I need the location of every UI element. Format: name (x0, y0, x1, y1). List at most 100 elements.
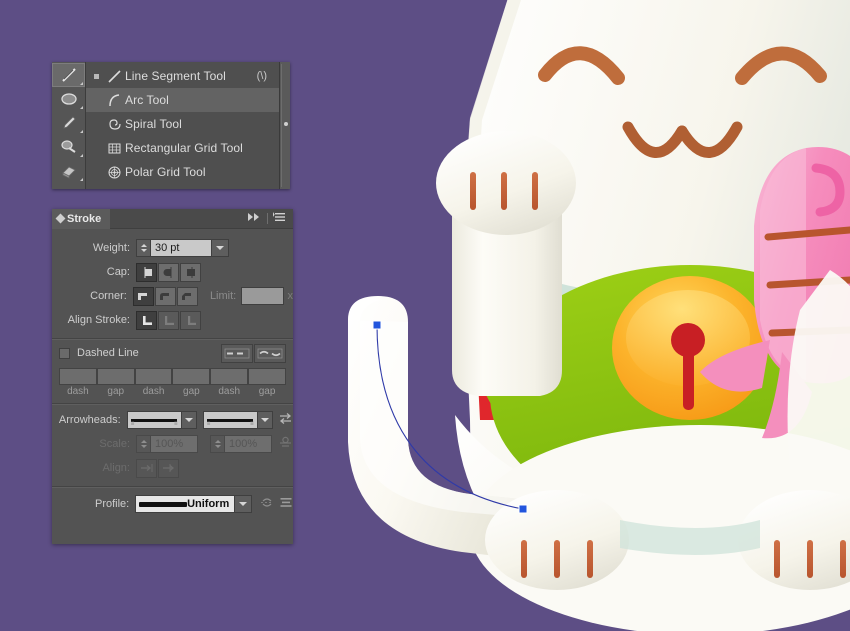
current-tool-bullet-icon (90, 73, 103, 79)
corner-round-button[interactable] (154, 286, 176, 306)
scale-start-input[interactable]: 100% (150, 435, 198, 453)
arrow-align-extend-button[interactable] (136, 458, 157, 478)
dash-gap-fields[interactable]: dash gap dash gap dash gap (52, 368, 293, 397)
scale-start-stepper[interactable] (136, 435, 150, 453)
path-anchor-start (372, 320, 382, 330)
align-stroke-inside-button[interactable] (158, 310, 179, 330)
scale-row: Scale: 100% 100% (52, 432, 293, 456)
flyout-item-spiral-tool[interactable]: Spiral Tool (86, 112, 279, 136)
align-stroke-outside-button[interactable] (180, 310, 201, 330)
flyout-item-arc-tool[interactable]: Arc Tool (86, 88, 279, 112)
cap-butt-button[interactable] (136, 262, 157, 282)
eraser-tool-icon[interactable] (52, 159, 85, 183)
line-segment-icon (103, 69, 125, 84)
limit-input[interactable] (241, 287, 284, 305)
gap-field-3[interactable]: gap (248, 368, 286, 397)
dash-adjust-icon[interactable] (254, 343, 286, 363)
arrowheads-label: Arrowheads: (58, 414, 121, 426)
dash-field-1[interactable]: dash (59, 368, 97, 397)
flyout-item-line-segment-tool[interactable]: Line Segment Tool (\) (86, 64, 279, 88)
profile-select[interactable]: Uniform (135, 495, 236, 513)
cap-row: Cap: (52, 260, 293, 284)
dashed-line-row: Dashed Line (52, 340, 293, 366)
dash-caption-1: dash (67, 386, 89, 397)
profile-dropdown-button[interactable] (235, 495, 253, 513)
gap-field-2[interactable]: gap (172, 368, 211, 397)
swap-arrowheads-icon[interactable] (278, 412, 293, 428)
ellipse-tool-icon[interactable] (52, 87, 85, 111)
gap-field-1[interactable]: gap (96, 368, 135, 397)
panel-divider (267, 213, 268, 224)
dash-field-2[interactable]: dash (134, 368, 173, 397)
flyout-item-list[interactable]: Line Segment Tool (\) Arc Tool Spiral To… (86, 62, 279, 189)
gap-caption-1: gap (107, 386, 125, 397)
arrowhead-end-dropdown[interactable] (257, 411, 273, 429)
toolbar-column[interactable] (52, 62, 86, 189)
arrowhead-end-select[interactable]: ≡ ≡ (202, 411, 258, 429)
arrowhead-start-dropdown[interactable] (181, 411, 197, 429)
dash-caption-2: dash (142, 386, 165, 397)
cap-round-button[interactable] (158, 262, 179, 282)
paintbrush-glyph (62, 116, 76, 129)
dash-input-3[interactable] (210, 368, 249, 385)
double-chevron-right-icon[interactable] (246, 212, 262, 225)
flyout-item-label: Arc Tool (125, 93, 169, 107)
arc-icon (103, 93, 125, 108)
flyout-triangle-icon (80, 178, 83, 181)
dash-caption-3: dash (218, 386, 241, 397)
stroke-panel-titlebar[interactable]: Stroke (52, 208, 293, 229)
cap-projecting-button[interactable] (180, 262, 201, 282)
align-stroke-row: Align Stroke: (52, 308, 293, 332)
weight-label: Weight: (92, 242, 130, 254)
align-stroke-button-group[interactable] (136, 310, 202, 330)
dash-field-3[interactable]: dash (210, 368, 249, 397)
stroke-panel[interactable]: Stroke Weight: 30 pt Cap: Corner: Limit:… (52, 208, 293, 544)
gap-input-1[interactable] (96, 368, 135, 385)
spiral-icon (103, 117, 125, 132)
line-segment-tool-flyout[interactable]: Line Segment Tool (\) Arc Tool Spiral To… (52, 62, 290, 189)
pencil-tool-icon[interactable] (52, 135, 85, 159)
cap-button-group[interactable] (136, 262, 202, 282)
flyout-tearoff-handle[interactable] (279, 62, 290, 189)
dash-preserve-icon[interactable] (221, 343, 253, 363)
weight-input[interactable]: 30 pt (150, 239, 212, 257)
panel-menu-icon[interactable] (273, 211, 287, 226)
ellipse-glyph (60, 93, 77, 105)
align-stroke-center-button[interactable] (136, 310, 157, 330)
dashed-line-checkbox[interactable] (59, 347, 70, 359)
cap-label: Cap: (106, 266, 130, 278)
profile-preview-uniform (139, 501, 188, 507)
corner-miter-button[interactable] (132, 286, 154, 306)
flyout-item-rectangular-grid-tool[interactable]: Rectangular Grid Tool (86, 136, 279, 160)
flyout-item-polar-grid-tool[interactable]: Polar Grid Tool (86, 160, 279, 184)
weight-dropdown-button[interactable] (212, 239, 229, 257)
corner-row: Corner: Limit: x (52, 284, 293, 308)
line-segment-tool-icon[interactable] (52, 63, 85, 87)
eraser-glyph (61, 166, 76, 179)
weight-stepper[interactable] (136, 239, 150, 257)
dash-input-1[interactable] (59, 368, 97, 385)
stroke-panel-tab[interactable]: Stroke (52, 208, 111, 229)
gap-input-3[interactable] (248, 368, 286, 385)
flyout-item-label: Line Segment Tool (125, 69, 226, 83)
arrow-align-at-end-button[interactable] (158, 458, 179, 478)
arrowhead-start-select[interactable]: ≡ ≡ (126, 411, 182, 429)
gap-input-2[interactable] (172, 368, 211, 385)
flip-along-icon[interactable] (279, 496, 293, 512)
path-anchor-end (518, 504, 528, 514)
paintbrush-tool-icon[interactable] (52, 111, 85, 135)
arrow-align-button-group[interactable] (136, 458, 180, 478)
arrowhead-start-preview (131, 418, 178, 422)
scale-end-input[interactable]: 100% (224, 435, 272, 453)
flyout-triangle-icon (80, 154, 83, 157)
link-scale-icon[interactable] (278, 436, 293, 453)
flip-across-icon[interactable] (259, 496, 275, 512)
corner-button-group[interactable] (132, 286, 199, 306)
limit-unit: x (287, 290, 294, 302)
corner-bevel-button[interactable] (176, 286, 198, 306)
flyout-item-label: Rectangular Grid Tool (125, 141, 243, 155)
dash-input-2[interactable] (134, 368, 173, 385)
profile-row: Profile: Uniform (52, 492, 293, 516)
scale-end-stepper[interactable] (210, 435, 224, 453)
divider-3-highlight (52, 487, 293, 488)
